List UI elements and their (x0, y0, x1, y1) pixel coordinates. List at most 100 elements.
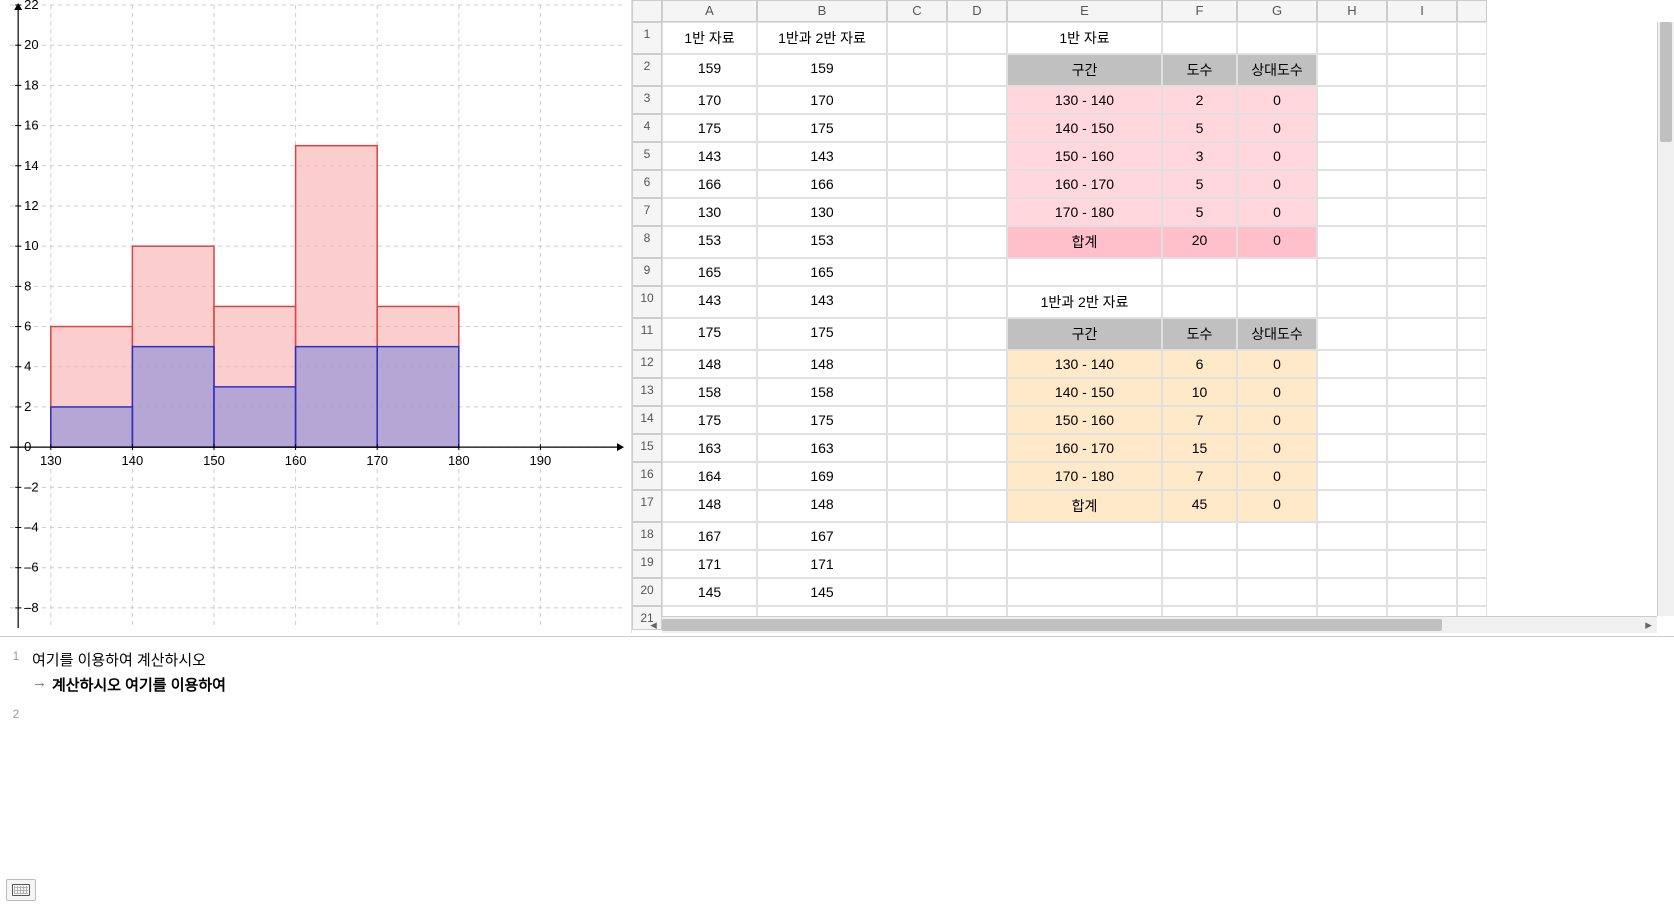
cell[interactable] (947, 318, 1007, 350)
cell[interactable] (947, 54, 1007, 86)
cell[interactable]: 상대도수 (1237, 318, 1317, 350)
input-expression-empty[interactable] (32, 705, 1666, 726)
cell[interactable]: 0 (1237, 142, 1317, 170)
cell[interactable] (947, 522, 1007, 550)
cell[interactable] (887, 114, 947, 142)
row-header[interactable]: 17 (632, 490, 662, 522)
cell[interactable]: 구간 (1007, 318, 1162, 350)
cell[interactable]: 145 (662, 578, 757, 606)
cell[interactable]: 도수 (1162, 54, 1237, 86)
cell[interactable]: 159 (662, 54, 757, 86)
cell[interactable] (1387, 198, 1457, 226)
cell[interactable] (1457, 522, 1487, 550)
cell[interactable] (1387, 522, 1457, 550)
row-header[interactable]: 19 (632, 550, 662, 578)
cell[interactable]: 175 (757, 406, 887, 434)
column-header[interactable]: G (1237, 0, 1317, 22)
cell[interactable] (1457, 462, 1487, 490)
cell[interactable]: 합계 (1007, 226, 1162, 258)
cell[interactable] (1457, 490, 1487, 522)
cell[interactable] (947, 86, 1007, 114)
cell[interactable] (1387, 578, 1457, 606)
cell[interactable] (1317, 406, 1387, 434)
cell[interactable] (1387, 142, 1457, 170)
cell[interactable]: 5 (1162, 198, 1237, 226)
cell[interactable] (887, 462, 947, 490)
cell[interactable]: 140 - 150 (1007, 378, 1162, 406)
cell[interactable] (1317, 198, 1387, 226)
cell[interactable]: 170 - 180 (1007, 198, 1162, 226)
cell[interactable]: 159 (757, 54, 887, 86)
cell[interactable] (1457, 258, 1487, 286)
cell[interactable]: 143 (662, 286, 757, 318)
cell[interactable] (947, 490, 1007, 522)
cell[interactable] (887, 226, 947, 258)
cell[interactable]: 5 (1162, 170, 1237, 198)
cell[interactable]: 145 (757, 578, 887, 606)
cell[interactable] (1387, 406, 1457, 434)
cell[interactable]: 175 (757, 318, 887, 350)
cell[interactable]: 5 (1162, 114, 1237, 142)
cell[interactable]: 도수 (1162, 318, 1237, 350)
cell[interactable] (1317, 378, 1387, 406)
cell[interactable] (1317, 522, 1387, 550)
cell[interactable] (947, 286, 1007, 318)
cell[interactable] (887, 578, 947, 606)
cell[interactable] (1162, 22, 1237, 54)
column-header[interactable]: I (1387, 0, 1457, 22)
cell[interactable] (1007, 522, 1162, 550)
cell[interactable] (947, 22, 1007, 54)
cell[interactable] (1457, 406, 1487, 434)
cell[interactable] (887, 286, 947, 318)
cell[interactable]: 164 (662, 462, 757, 490)
cell[interactable]: 143 (757, 286, 887, 318)
cell[interactable] (887, 170, 947, 198)
cell[interactable] (947, 578, 1007, 606)
scroll-right-icon[interactable]: ▸ (1640, 617, 1657, 633)
cell[interactable]: 165 (662, 258, 757, 286)
cell[interactable] (887, 142, 947, 170)
cell[interactable] (947, 170, 1007, 198)
cell[interactable] (947, 378, 1007, 406)
cell[interactable] (887, 550, 947, 578)
cell[interactable] (1457, 54, 1487, 86)
cell[interactable] (1457, 22, 1487, 54)
row-header[interactable]: 9 (632, 258, 662, 286)
cell[interactable]: 167 (662, 522, 757, 550)
cell[interactable] (947, 462, 1007, 490)
cell[interactable] (947, 226, 1007, 258)
cell[interactable] (1457, 434, 1487, 462)
cell[interactable]: 0 (1237, 114, 1317, 142)
column-header[interactable]: E (1007, 0, 1162, 22)
cell[interactable]: 171 (757, 550, 887, 578)
cell[interactable] (1457, 142, 1487, 170)
cell[interactable]: 150 - 160 (1007, 406, 1162, 434)
cell[interactable]: 171 (662, 550, 757, 578)
cell[interactable]: 175 (662, 406, 757, 434)
cell[interactable] (1162, 578, 1237, 606)
cell[interactable] (1007, 258, 1162, 286)
cell[interactable] (1317, 54, 1387, 86)
row-header[interactable]: 20 (632, 578, 662, 606)
cell[interactable]: 7 (1162, 462, 1237, 490)
cell[interactable] (947, 350, 1007, 378)
cell[interactable] (1457, 86, 1487, 114)
cell[interactable]: 10 (1162, 378, 1237, 406)
cell[interactable] (1387, 550, 1457, 578)
cell[interactable] (887, 378, 947, 406)
cell[interactable]: 160 - 170 (1007, 170, 1162, 198)
cell[interactable]: 130 (662, 198, 757, 226)
cell[interactable] (1237, 522, 1317, 550)
cell[interactable]: 20 (1162, 226, 1237, 258)
cell[interactable]: 158 (757, 378, 887, 406)
cell[interactable]: 143 (757, 142, 887, 170)
cell[interactable] (1237, 578, 1317, 606)
row-header[interactable]: 11 (632, 318, 662, 350)
cell[interactable] (947, 198, 1007, 226)
cell[interactable] (1317, 142, 1387, 170)
cell[interactable] (887, 490, 947, 522)
row-header[interactable]: 18 (632, 522, 662, 550)
cell[interactable] (1317, 286, 1387, 318)
cell[interactable] (1387, 226, 1457, 258)
cell[interactable] (947, 406, 1007, 434)
